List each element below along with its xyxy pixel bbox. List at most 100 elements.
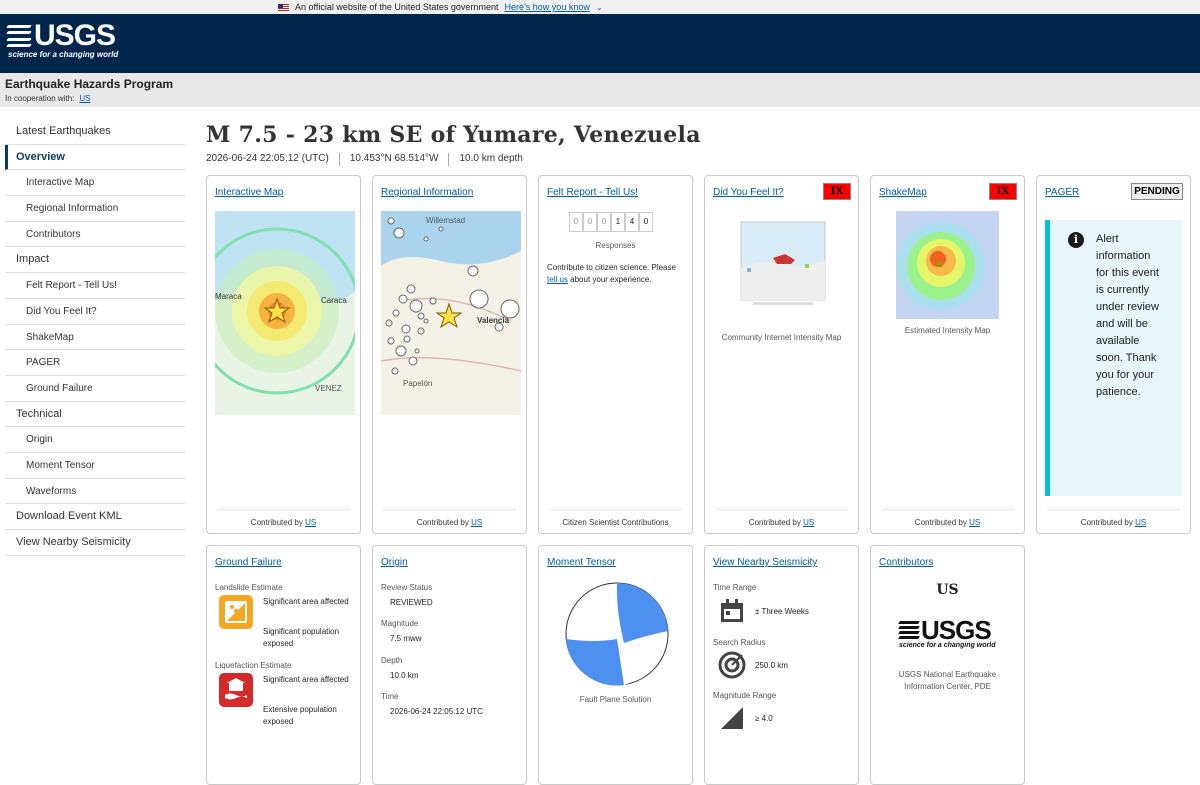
tell-us-link[interactable]: tell us (547, 275, 568, 284)
radius-icon (718, 651, 746, 679)
contributor-code: US (936, 582, 959, 598)
moment-tensor-caption: Fault Plane Solution (579, 695, 652, 704)
coop-link[interactable]: US (79, 94, 90, 103)
sidebar-item-interactive-map[interactable]: Interactive Map (5, 170, 185, 197)
liquefaction-population: Extensive population exposed (263, 705, 337, 726)
card-title[interactable]: PAGER (1045, 187, 1079, 198)
card-title[interactable]: ShakeMap (879, 187, 927, 198)
time-value: 2026-06-24 22:05:12 UTC (390, 707, 483, 716)
contributor-link[interactable]: US (305, 518, 316, 527)
counter-digit: 4 (625, 212, 639, 232)
coop-label: In cooperation with: (5, 94, 75, 103)
dyfi-map-thumbnail[interactable] (733, 208, 831, 308)
magnitude-label: Magnitude (381, 619, 419, 628)
card-shakemap[interactable]: ShakeMap IX Estimated Intensity Map Cont… (870, 175, 1025, 534)
sidebar-item-overview[interactable]: Overview (5, 144, 185, 171)
gov-banner-text: An official website of the United States… (295, 2, 499, 12)
contributor-link[interactable]: US (471, 518, 482, 527)
time-label: Time (381, 692, 399, 701)
shakemap-caption: Estimated Intensity Map (904, 326, 991, 335)
magnitude-value: 7.5 mww (390, 634, 422, 643)
chevron-down-icon[interactable]: ⌄ (596, 3, 603, 12)
regional-map-thumbnail[interactable]: Willemstad Valencia Papelón (381, 211, 521, 415)
gov-banner: An official website of the United States… (0, 0, 1200, 14)
magnitude-range-label: Magnitude Range (713, 691, 777, 700)
beachball-icon[interactable] (564, 581, 670, 687)
gov-banner-link[interactable]: Here’s how you know (504, 2, 589, 12)
sidebar-item-impact[interactable]: Impact (5, 247, 185, 274)
sidebar-item-latest-earthquakes[interactable]: Latest Earthquakes (5, 119, 185, 145)
landslide-area: Significant area affected (263, 597, 349, 606)
contributor-name: USGS National Earthquake Information Cen… (898, 670, 997, 691)
card-title[interactable]: Ground Failure (215, 557, 282, 568)
card-contributors[interactable]: Contributors US USGS science for a chang… (870, 545, 1025, 785)
sidebar-item-technical[interactable]: Technical (5, 402, 185, 428)
event-meta: 2026-06-24 22:05:12 (UTC) 10.453°N 68.51… (206, 153, 1196, 166)
pending-badge: PENDING (1131, 183, 1183, 200)
card-origin[interactable]: Origin Review Status REVIEWED Magnitude … (372, 545, 527, 785)
liquefaction-area: Significant area affected (263, 675, 349, 684)
interactive-map-thumbnail[interactable]: Maraca Caraca VENEZ (215, 211, 355, 415)
pager-message: Alert information for this event is curr… (1096, 233, 1159, 398)
card-dyfi[interactable]: Did You Feel It? IX Community Internet I… (704, 175, 859, 534)
shakemap-thumbnail[interactable] (896, 211, 999, 319)
sidebar-item-nearby-seismicity[interactable]: View Nearby Seismicity (5, 530, 185, 556)
card-regional-information[interactable]: Regional Information Willemstad Valencia… (372, 175, 527, 534)
usgs-logo[interactable]: USGS science for a changing world (6, 21, 118, 59)
sidebar-item-shakemap[interactable]: ShakeMap (5, 325, 185, 351)
intensity-badge: IX (989, 183, 1017, 200)
response-counter: 0 0 0 1 4 0 (569, 212, 653, 232)
card-title[interactable]: Contributors (879, 557, 933, 568)
card-felt-report[interactable]: Felt Report - Tell Us! 0 0 0 1 4 0 Respo… (538, 175, 693, 534)
map-label: VENEZ (315, 384, 342, 393)
contributor-link[interactable]: US (1135, 518, 1146, 527)
sidebar-item-moment-tensor[interactable]: Moment Tensor (5, 453, 185, 479)
sidebar-item-ground-failure[interactable]: Ground Failure (5, 376, 185, 402)
counter-digit: 1 (611, 212, 625, 232)
map-label: Valencia (477, 316, 510, 325)
contributor-link[interactable]: US (969, 518, 980, 527)
card-title[interactable]: Moment Tensor (547, 557, 616, 568)
map-label: Maraca (215, 292, 242, 301)
card-title[interactable]: Origin (381, 557, 408, 568)
sidebar-item-regional-information[interactable]: Regional Information (5, 196, 185, 222)
event-location: 10.453°N 68.514°W (349, 153, 439, 164)
us-flag-icon (278, 3, 289, 11)
card-nearby-seismicity[interactable]: View Nearby Seismicity Time Range ± Thre… (704, 545, 859, 785)
magnitude-range-value: ≥ 4.0 (755, 714, 773, 723)
card-pager[interactable]: PAGER PENDING i Alert information for th… (1036, 175, 1191, 534)
sidebar-item-contributors[interactable]: Contributors (5, 222, 185, 248)
contributed-by: Contributed by US (250, 518, 317, 527)
sidebar-item-waveforms[interactable]: Waveforms (5, 479, 185, 505)
card-moment-tensor[interactable]: Moment Tensor Fault Plane Solution (538, 545, 693, 785)
calendar-icon (721, 599, 743, 622)
contributor-link[interactable]: US (803, 518, 814, 527)
card-title[interactable]: Regional Information (381, 187, 473, 198)
card-ground-failure[interactable]: Ground Failure Landslide Estimate Signif… (206, 545, 361, 785)
sidebar-item-pager[interactable]: PAGER (5, 350, 185, 376)
liquefaction-icon (219, 673, 253, 707)
landslide-label: Landslide Estimate (215, 583, 283, 592)
map-label: Caraca (321, 296, 347, 305)
main-content: M 7.5 - 23 km SE of Yumare, Venezuela 20… (206, 122, 1196, 166)
info-icon: i (1068, 232, 1084, 248)
counter-digit: 0 (597, 212, 611, 232)
sidebar-item-dyfi[interactable]: Did You Feel It? (5, 299, 185, 325)
page-title: M 7.5 - 23 km SE of Yumare, Venezuela (206, 122, 701, 148)
card-footer: Citizen Scientist Contributions (562, 518, 669, 527)
contributed-by: Contributed by US (748, 518, 815, 527)
card-title[interactable]: Felt Report - Tell Us! (547, 187, 638, 198)
counter-digit: 0 (583, 212, 597, 232)
card-title[interactable]: Did You Feel It? (713, 187, 784, 198)
event-depth: 10.0 km depth (459, 153, 523, 164)
card-title[interactable]: View Nearby Seismicity (713, 557, 817, 568)
site-header: USGS science for a changing world (0, 14, 1200, 73)
card-interactive-map[interactable]: Interactive Map Maraca Caraca VENEZ Cont… (206, 175, 361, 534)
divider (338, 153, 340, 166)
sidebar-item-felt-report[interactable]: Felt Report - Tell Us! (5, 273, 185, 299)
program-title[interactable]: Earthquake Hazards Program (5, 77, 1195, 91)
sidebar-item-download-kml[interactable]: Download Event KML (5, 504, 185, 530)
contributed-by: Contributed by US (914, 518, 981, 527)
sidebar-item-origin[interactable]: Origin (5, 427, 185, 453)
card-title[interactable]: Interactive Map (215, 187, 283, 198)
